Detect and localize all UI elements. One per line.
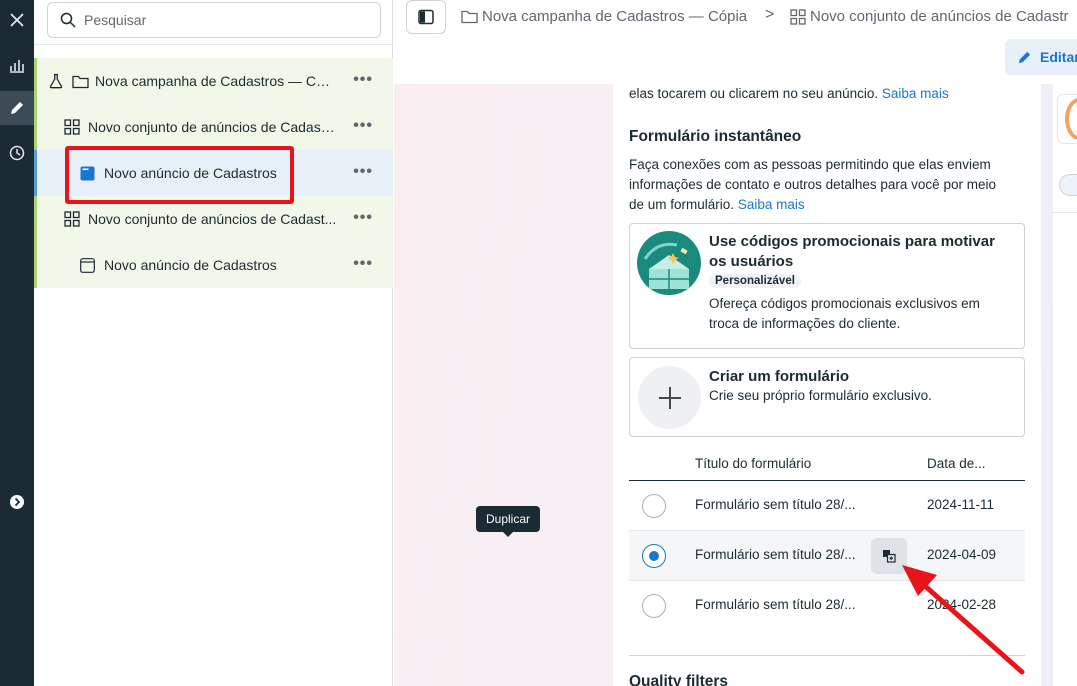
annotation-arrow-icon [902, 565, 1025, 675]
